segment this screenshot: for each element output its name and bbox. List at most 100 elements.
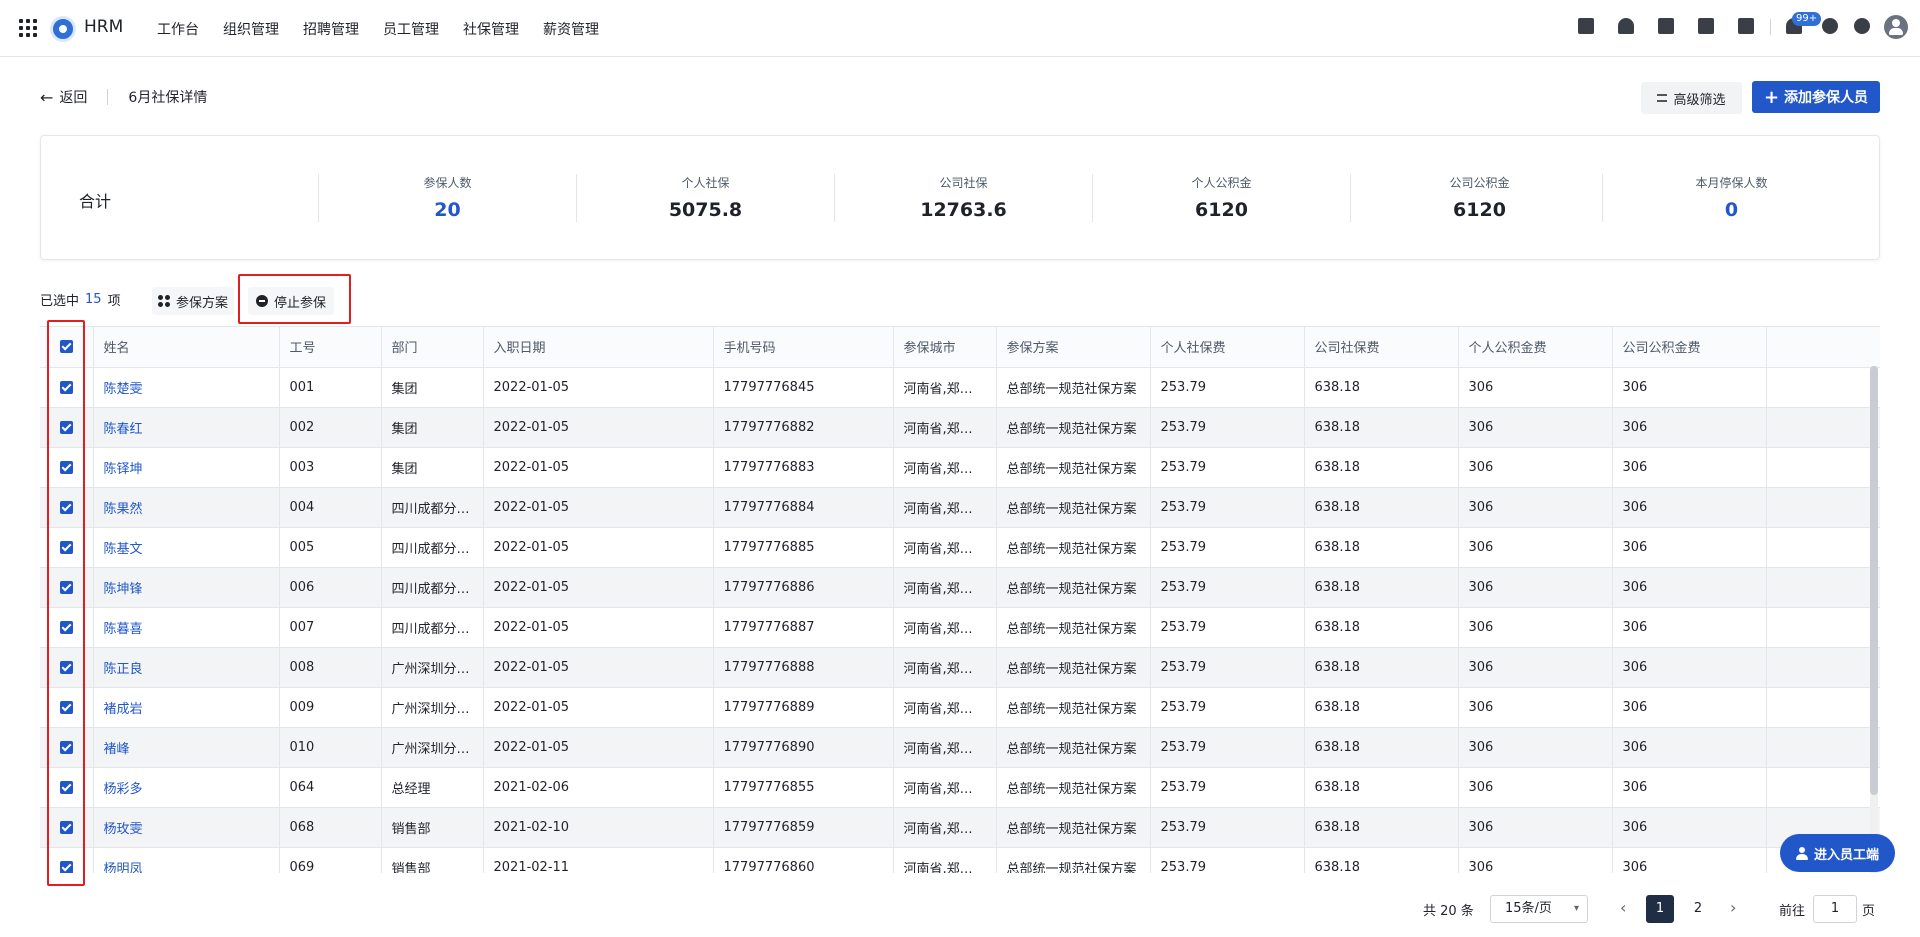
employee-name-link[interactable]: 杨玫雯 [93, 807, 280, 848]
table-cell: 17797776882 [713, 407, 894, 448]
table-row[interactable]: 陈坤锋 006 四川成都分公司 2022-01-05 17797776886 河南省,郑州… [40, 567, 1880, 608]
table-row[interactable]: 陈铎坤 003 集团 2022-01-05 17797776883 河南省,郑州市 总部统一… [40, 447, 1880, 488]
table-row[interactable]: 陈春红 002 集团 2022-01-05 17797776882 河南省,郑州市 总部统一… [40, 407, 1880, 448]
arrow-left-icon[interactable]: ← [40, 88, 53, 107]
goto-label: 前往 [1779, 904, 1806, 919]
table-cell: 河南省,郑州市 [893, 447, 997, 488]
employee-name-link[interactable]: 褚成岩 [93, 687, 280, 728]
table-row[interactable]: 褚峰 010 广州深圳分公司 2022-01-05 17797776890 河南省,郑州市… [40, 727, 1880, 768]
calendar-icon[interactable] [1738, 18, 1754, 34]
table-cell: 306 [1458, 727, 1613, 768]
table-cell: 广州深圳分公司 [381, 687, 484, 728]
employee-name-link[interactable]: 陈坤锋 [93, 567, 280, 608]
table-cell: 253.79 [1150, 687, 1305, 728]
contact-icon[interactable] [1618, 18, 1634, 34]
scrollbar-thumb[interactable] [1870, 366, 1878, 795]
table-row[interactable]: 褚成岩 009 广州深圳分公司 2022-01-05 17797776889 河南省,郑州… [40, 687, 1880, 728]
table-cell: 638.18 [1304, 527, 1459, 568]
summary-item-value: 6120 [1453, 199, 1506, 221]
column-header[interactable]: 工号 [279, 327, 382, 368]
employee-name-link[interactable]: 陈果然 [93, 487, 280, 528]
table-cell: 638.18 [1304, 367, 1459, 408]
table-cell: 306 [1458, 847, 1613, 873]
column-header[interactable]: 入职日期 [483, 327, 714, 368]
table-cell-empty [1766, 367, 1880, 408]
table-cell: 306 [1458, 687, 1613, 728]
table-cell: 069 [279, 847, 382, 873]
column-header[interactable]: 手机号码 [713, 327, 894, 368]
table-row[interactable]: 陈果然 004 四川成都分公司 2022-01-05 17797776884 河南省,郑州… [40, 487, 1880, 528]
total-count: 共 20 条 [1423, 904, 1474, 919]
column-header[interactable]: 个人公积金费 [1458, 327, 1613, 368]
table-header-row: 姓名 工号 部门 入职日期 手机号码 参保城市 参保方案 个人社保费 公司社保费… [40, 327, 1880, 368]
column-header[interactable]: 部门 [381, 327, 484, 368]
table-cell: 2022-01-05 [483, 407, 714, 448]
column-header[interactable]: 公司社保费 [1304, 327, 1459, 368]
employee-name-link[interactable]: 陈正良 [93, 647, 280, 688]
table-cell: 010 [279, 727, 382, 768]
employee-name-link[interactable]: 杨明凤 [93, 847, 280, 873]
column-header[interactable]: 参保方案 [996, 327, 1151, 368]
highlight-box-checkboxes [47, 320, 85, 886]
document-icon[interactable] [1658, 18, 1674, 34]
table-cell: 253.79 [1150, 727, 1305, 768]
page-2-button[interactable]: 2 [1684, 895, 1712, 923]
table-cell: 17797776855 [713, 767, 894, 808]
page-size-select[interactable]: 15条/页 ▾ [1490, 895, 1588, 923]
column-header[interactable]: 公司公积金费 [1612, 327, 1767, 368]
employee-name-link[interactable]: 杨彩多 [93, 767, 280, 808]
goto-page-input[interactable]: 1 [1813, 895, 1857, 923]
back-link[interactable]: 返回 [59, 87, 87, 107]
table-row[interactable]: 陈楚雯 001 集团 2022-01-05 17797776845 河南省,郑州市 总部统一… [40, 367, 1880, 408]
employee-name-link[interactable]: 褚峰 [93, 727, 280, 768]
table-cell: 集团 [381, 367, 484, 408]
summary-item-value[interactable]: 20 [319, 199, 576, 221]
page-1-button[interactable]: 1 [1646, 895, 1674, 923]
avatar[interactable] [1884, 15, 1908, 39]
table-cell-empty [1766, 687, 1880, 728]
table-cell: 17797776885 [713, 527, 894, 568]
table-cell-empty [1766, 767, 1880, 808]
table-cell: 四川成都分公司 [381, 607, 484, 648]
help-icon[interactable] [1822, 18, 1838, 34]
employee-name-link[interactable]: 陈铎坤 [93, 447, 280, 488]
table-cell: 638.18 [1304, 807, 1459, 848]
phone-icon[interactable] [1698, 18, 1714, 34]
column-header[interactable]: 参保城市 [893, 327, 997, 368]
summary-item-title: 公司社保 [939, 176, 988, 190]
summary-label: 合计 [79, 192, 112, 211]
table-row[interactable]: 陈暮喜 007 四川成都分公司 2022-01-05 17797776887 河南省,郑州… [40, 607, 1880, 648]
calendar-check-icon[interactable] [1578, 18, 1594, 34]
table-row[interactable]: 杨玫雯 068 销售部 2021-02-10 17797776859 河南省,郑州市 总部统… [40, 807, 1880, 848]
table-cell: 集团 [381, 407, 484, 448]
table-cell: 306 [1612, 367, 1767, 408]
chevron-left-icon[interactable]: ‹ [1620, 898, 1626, 917]
enter-employee-portal-button[interactable]: 进入员工端 [1780, 834, 1895, 872]
column-header[interactable]: 姓名 [93, 327, 280, 368]
table-row[interactable]: 杨彩多 064 总经理 2021-02-06 17797776855 河南省,郑州市 总部统… [40, 767, 1880, 808]
employee-name-link[interactable]: 陈基文 [93, 527, 280, 568]
advanced-filter-button[interactable]: 高级筛选 [1641, 82, 1742, 114]
table-cell-empty [1766, 407, 1880, 448]
table-row[interactable]: 陈基文 005 四川成都分公司 2022-01-05 17797776885 河南省,郑州… [40, 527, 1880, 568]
table-row[interactable]: 陈正良 008 广州深圳分公司 2022-01-05 17797776888 河南省,郑州… [40, 647, 1880, 688]
apps-icon [158, 295, 170, 307]
table-row[interactable]: 杨明凤 069 销售部 2021-02-11 17797776860 河南省,郑州市 总部统… [40, 847, 1880, 873]
add-insured-button[interactable]: + 添加参保人员 [1752, 81, 1880, 113]
employee-name-link[interactable]: 陈楚雯 [93, 367, 280, 408]
notification-badge: 99+ [1792, 12, 1822, 26]
table-cell: 306 [1458, 767, 1613, 808]
table-cell: 广州深圳分公司 [381, 647, 484, 688]
insurance-plan-button[interactable]: 参保方案 [152, 287, 235, 315]
table-cell: 638.18 [1304, 687, 1459, 728]
chevron-right-icon[interactable]: › [1730, 898, 1736, 917]
employee-name-link[interactable]: 陈暮喜 [93, 607, 280, 648]
table-cell: 总部统一规范社保方案 [996, 487, 1151, 528]
employee-name-link[interactable]: 陈春红 [93, 407, 280, 448]
table-cell: 008 [279, 647, 382, 688]
table-scrollbar[interactable] [1870, 366, 1878, 873]
gear-icon[interactable] [1854, 18, 1870, 34]
table-cell: 河南省,郑州市 [893, 607, 997, 648]
column-header[interactable]: 个人社保费 [1150, 327, 1305, 368]
summary-item-value[interactable]: 0 [1603, 199, 1860, 221]
